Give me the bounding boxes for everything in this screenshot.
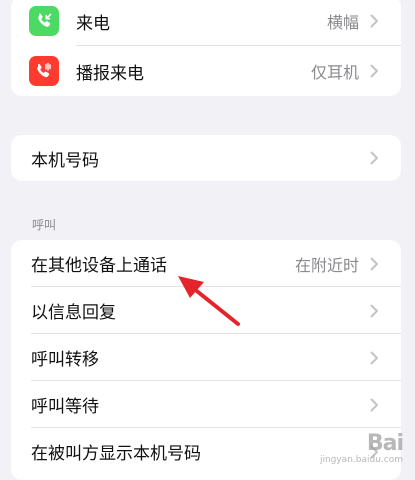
- watermark-sub: jingyan.baidu.com: [319, 455, 403, 465]
- watermark-text: Bai: [366, 431, 404, 456]
- watermark-logo: Bai jingyan.baidu.com: [320, 431, 404, 465]
- annotation-arrow-icon: [178, 276, 240, 326]
